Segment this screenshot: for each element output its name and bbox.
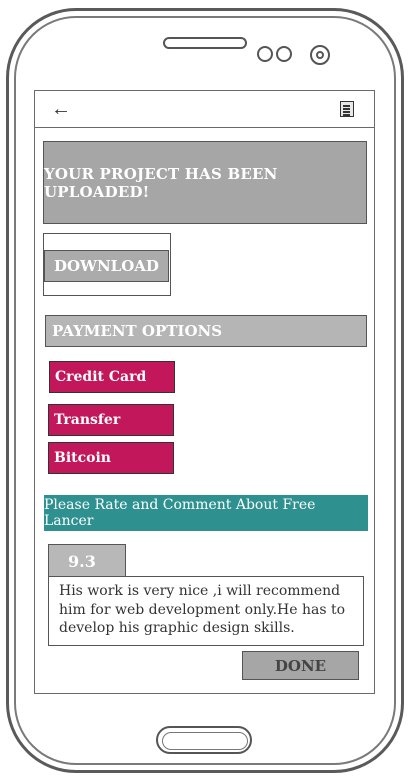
rating-score[interactable]: 9.3 [48, 544, 126, 578]
download-button[interactable]: DOWNLOAD [44, 250, 169, 282]
payment-options-header: PAYMENT OPTIONS [45, 315, 367, 347]
speaker-grille [163, 37, 247, 49]
top-bar [34, 90, 375, 128]
done-button[interactable]: DONE [242, 651, 359, 680]
comment-textarea[interactable]: His work is very nice ,i will recommend … [48, 576, 364, 646]
document-menu-icon[interactable] [340, 101, 354, 117]
sensor-icon [257, 46, 273, 62]
arrow-left-icon[interactable]: ← [50, 98, 72, 120]
camera-lens [316, 51, 324, 59]
rate-comment-prompt[interactable]: Please Rate and Comment About Free Lance… [44, 495, 368, 531]
sensor-icon [276, 46, 292, 62]
payment-option-transfer[interactable]: Transfer [48, 404, 174, 436]
payment-option-credit-card[interactable]: Credit Card [49, 361, 175, 393]
home-button[interactable] [156, 726, 252, 754]
upload-status-banner: YOUR PROJECT HAS BEEN UPLOADED! [43, 141, 367, 224]
payment-option-bitcoin[interactable]: Bitcoin [48, 442, 174, 474]
